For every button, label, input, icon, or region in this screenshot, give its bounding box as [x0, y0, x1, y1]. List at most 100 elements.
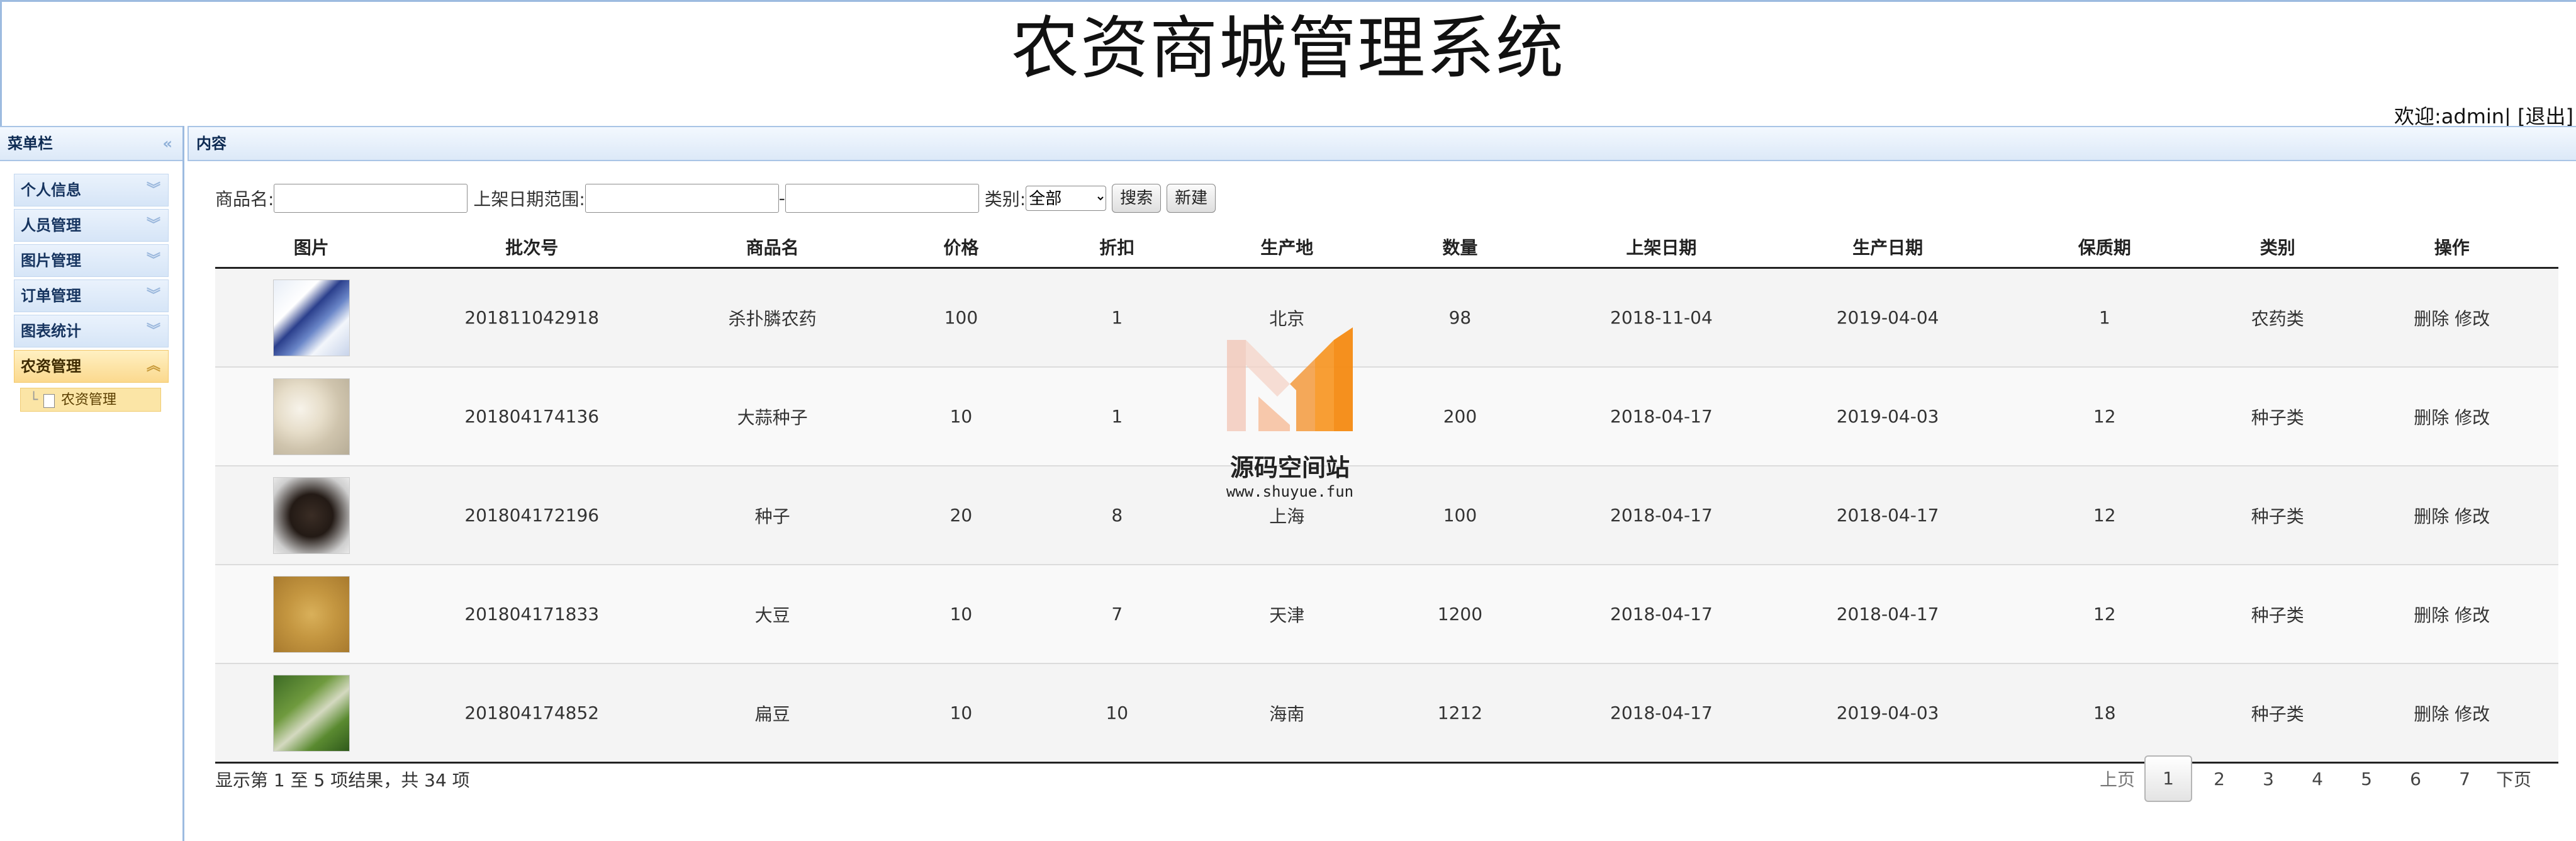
discount-cell: 8	[1033, 466, 1201, 565]
product-image	[272, 674, 350, 752]
sidebar-item-agri-supplies[interactable]: 农资管理 ︽	[14, 350, 169, 383]
discount-cell: 7	[1033, 565, 1201, 664]
pagination-info: 显示第 1 至 5 项结果，共 34 项	[215, 770, 470, 791]
delete-link[interactable]: 删除	[2414, 605, 2449, 626]
quantity-cell: 200	[1373, 367, 1547, 466]
table-row: 201811042918 杀扑膦农药 100 1 北京 98 2018-11-0…	[215, 268, 2558, 368]
content-title: 内容	[196, 135, 227, 152]
date-to-input[interactable]	[785, 184, 979, 213]
logout-link[interactable]: [退出]	[2517, 104, 2573, 128]
column-header-category: 类别	[2210, 227, 2346, 269]
table-row: 201804171833 大豆 10 7 天津 1200 2018-04-17 …	[215, 565, 2558, 664]
tree-branch-icon: └	[30, 392, 38, 408]
produced-date-cell: 2018-04-17	[1776, 466, 2000, 565]
category-cell: 种子类	[2210, 367, 2346, 466]
sidebar-item-charts[interactable]: 图表统计 ︾	[14, 315, 169, 347]
page-6-button[interactable]: 6	[2394, 769, 2438, 789]
batch-cell: 201804172196	[407, 466, 656, 565]
sidebar-item-orders[interactable]: 订单管理 ︾	[14, 279, 169, 312]
sidebar-item-staff[interactable]: 人员管理 ︾	[14, 209, 169, 242]
page-3-button[interactable]: 3	[2246, 769, 2290, 789]
column-header-price: 价格	[888, 227, 1034, 269]
category-cell: 农药类	[2210, 268, 2346, 368]
chevron-down-icon: ︾	[146, 252, 160, 268]
discount-cell: 1	[1033, 367, 1201, 466]
name-cell: 杀扑膦农药	[656, 268, 889, 368]
price-cell: 20	[888, 466, 1034, 565]
category-select[interactable]: 全部	[1026, 186, 1107, 211]
sidebar-title: 菜单栏	[8, 135, 53, 152]
name-cell: 扁豆	[656, 663, 889, 764]
search-button[interactable]: 搜索	[1112, 184, 1162, 213]
listed-date-cell: 2018-04-17	[1547, 565, 1776, 664]
price-cell: 10	[888, 565, 1034, 664]
new-button[interactable]: 新建	[1167, 184, 1216, 213]
actions-cell: 删除 修改	[2345, 663, 2558, 764]
edit-link[interactable]: 修改	[2455, 605, 2490, 626]
chevron-down-icon: ︾	[146, 323, 160, 339]
submenu-item-agri-supplies[interactable]: └ 农资管理	[20, 388, 161, 412]
name-cell: 种子	[656, 466, 889, 565]
listed-date-cell: 2018-04-17	[1547, 663, 1776, 764]
page-1-button[interactable]: 1	[2144, 755, 2192, 802]
watermark-logo-icon	[1227, 327, 1353, 431]
quantity-cell: 98	[1373, 268, 1547, 368]
category-cell: 种子类	[2210, 565, 2346, 664]
column-header-image: 图片	[215, 227, 408, 269]
batch-cell: 201804171833	[407, 565, 656, 664]
date-from-input[interactable]	[585, 184, 779, 213]
date-range-label: 上架日期范围:	[473, 189, 585, 210]
submenu-item-label: 农资管理	[61, 392, 117, 408]
product-name-input[interactable]	[274, 184, 468, 213]
delete-link[interactable]: 删除	[2414, 308, 2449, 329]
category-cell: 种子类	[2210, 466, 2346, 565]
shelf-life-cell: 18	[1999, 663, 2210, 764]
delete-link[interactable]: 删除	[2414, 506, 2449, 527]
delete-link[interactable]: 删除	[2414, 407, 2449, 428]
quantity-cell: 1212	[1373, 663, 1547, 764]
sidebar-item-personal-info[interactable]: 个人信息 ︾	[14, 174, 169, 206]
category-label: 类别:	[984, 189, 1026, 210]
welcome-text: 欢迎:admin|	[2394, 104, 2511, 128]
page-4-button[interactable]: 4	[2295, 769, 2339, 789]
content-header: 内容	[188, 126, 2576, 161]
price-cell: 100	[888, 268, 1034, 368]
chevron-down-icon: ︾	[146, 182, 160, 198]
document-icon	[43, 394, 55, 408]
sidebar-item-images[interactable]: 图片管理 ︾	[14, 244, 169, 277]
pagination: 上页 1 2 3 4 5 6 7 下页	[2093, 755, 2538, 802]
page-2-button[interactable]: 2	[2197, 769, 2241, 789]
actions-cell: 删除 修改	[2345, 466, 2558, 565]
edit-link[interactable]: 修改	[2455, 407, 2490, 428]
table-row: 201804174136 大蒜种子 10 1 200 2018-04-17 20…	[215, 367, 2558, 466]
produced-date-cell: 2019-04-03	[1776, 663, 2000, 764]
column-header-quantity: 数量	[1373, 227, 1547, 269]
column-header-discount: 折扣	[1033, 227, 1201, 269]
sidebar-item-label: 图片管理	[21, 252, 81, 269]
name-cell: 大蒜种子	[656, 367, 889, 466]
name-cell: 大豆	[656, 565, 889, 664]
discount-cell: 1	[1033, 268, 1201, 368]
page-7-button[interactable]: 7	[2443, 769, 2487, 789]
listed-date-cell: 2018-04-17	[1547, 466, 1776, 565]
origin-cell: 海南	[1200, 663, 1374, 764]
column-header-shelf-life: 保质期	[1999, 227, 2210, 269]
delete-link[interactable]: 删除	[2414, 704, 2449, 725]
column-header-name: 商品名	[656, 227, 889, 269]
next-page-button[interactable]: 下页	[2492, 766, 2536, 791]
edit-link[interactable]: 修改	[2455, 704, 2490, 725]
listed-date-cell: 2018-04-17	[1547, 367, 1776, 466]
actions-cell: 删除 修改	[2345, 367, 2558, 466]
price-cell: 10	[888, 663, 1034, 764]
shelf-life-cell: 12	[1999, 367, 2210, 466]
table-header-row: 图片 批次号 商品名 价格 折扣 生产地 数量 上架日期 生产日期 保质期 类别…	[215, 227, 2558, 269]
edit-link[interactable]: 修改	[2455, 506, 2490, 527]
listed-date-cell: 2018-11-04	[1547, 268, 1776, 368]
prev-page-button[interactable]: 上页	[2095, 766, 2139, 791]
page-5-button[interactable]: 5	[2344, 769, 2388, 789]
quantity-cell: 1200	[1373, 565, 1547, 664]
sidebar-item-label: 人员管理	[21, 217, 81, 234]
sidebar: 菜单栏 « 个人信息 ︾ 人员管理 ︾ 图片管理 ︾ 订单管理 ︾ 图表统计 ︾…	[0, 126, 184, 841]
collapse-left-icon[interactable]: «	[162, 127, 172, 160]
edit-link[interactable]: 修改	[2455, 308, 2490, 329]
